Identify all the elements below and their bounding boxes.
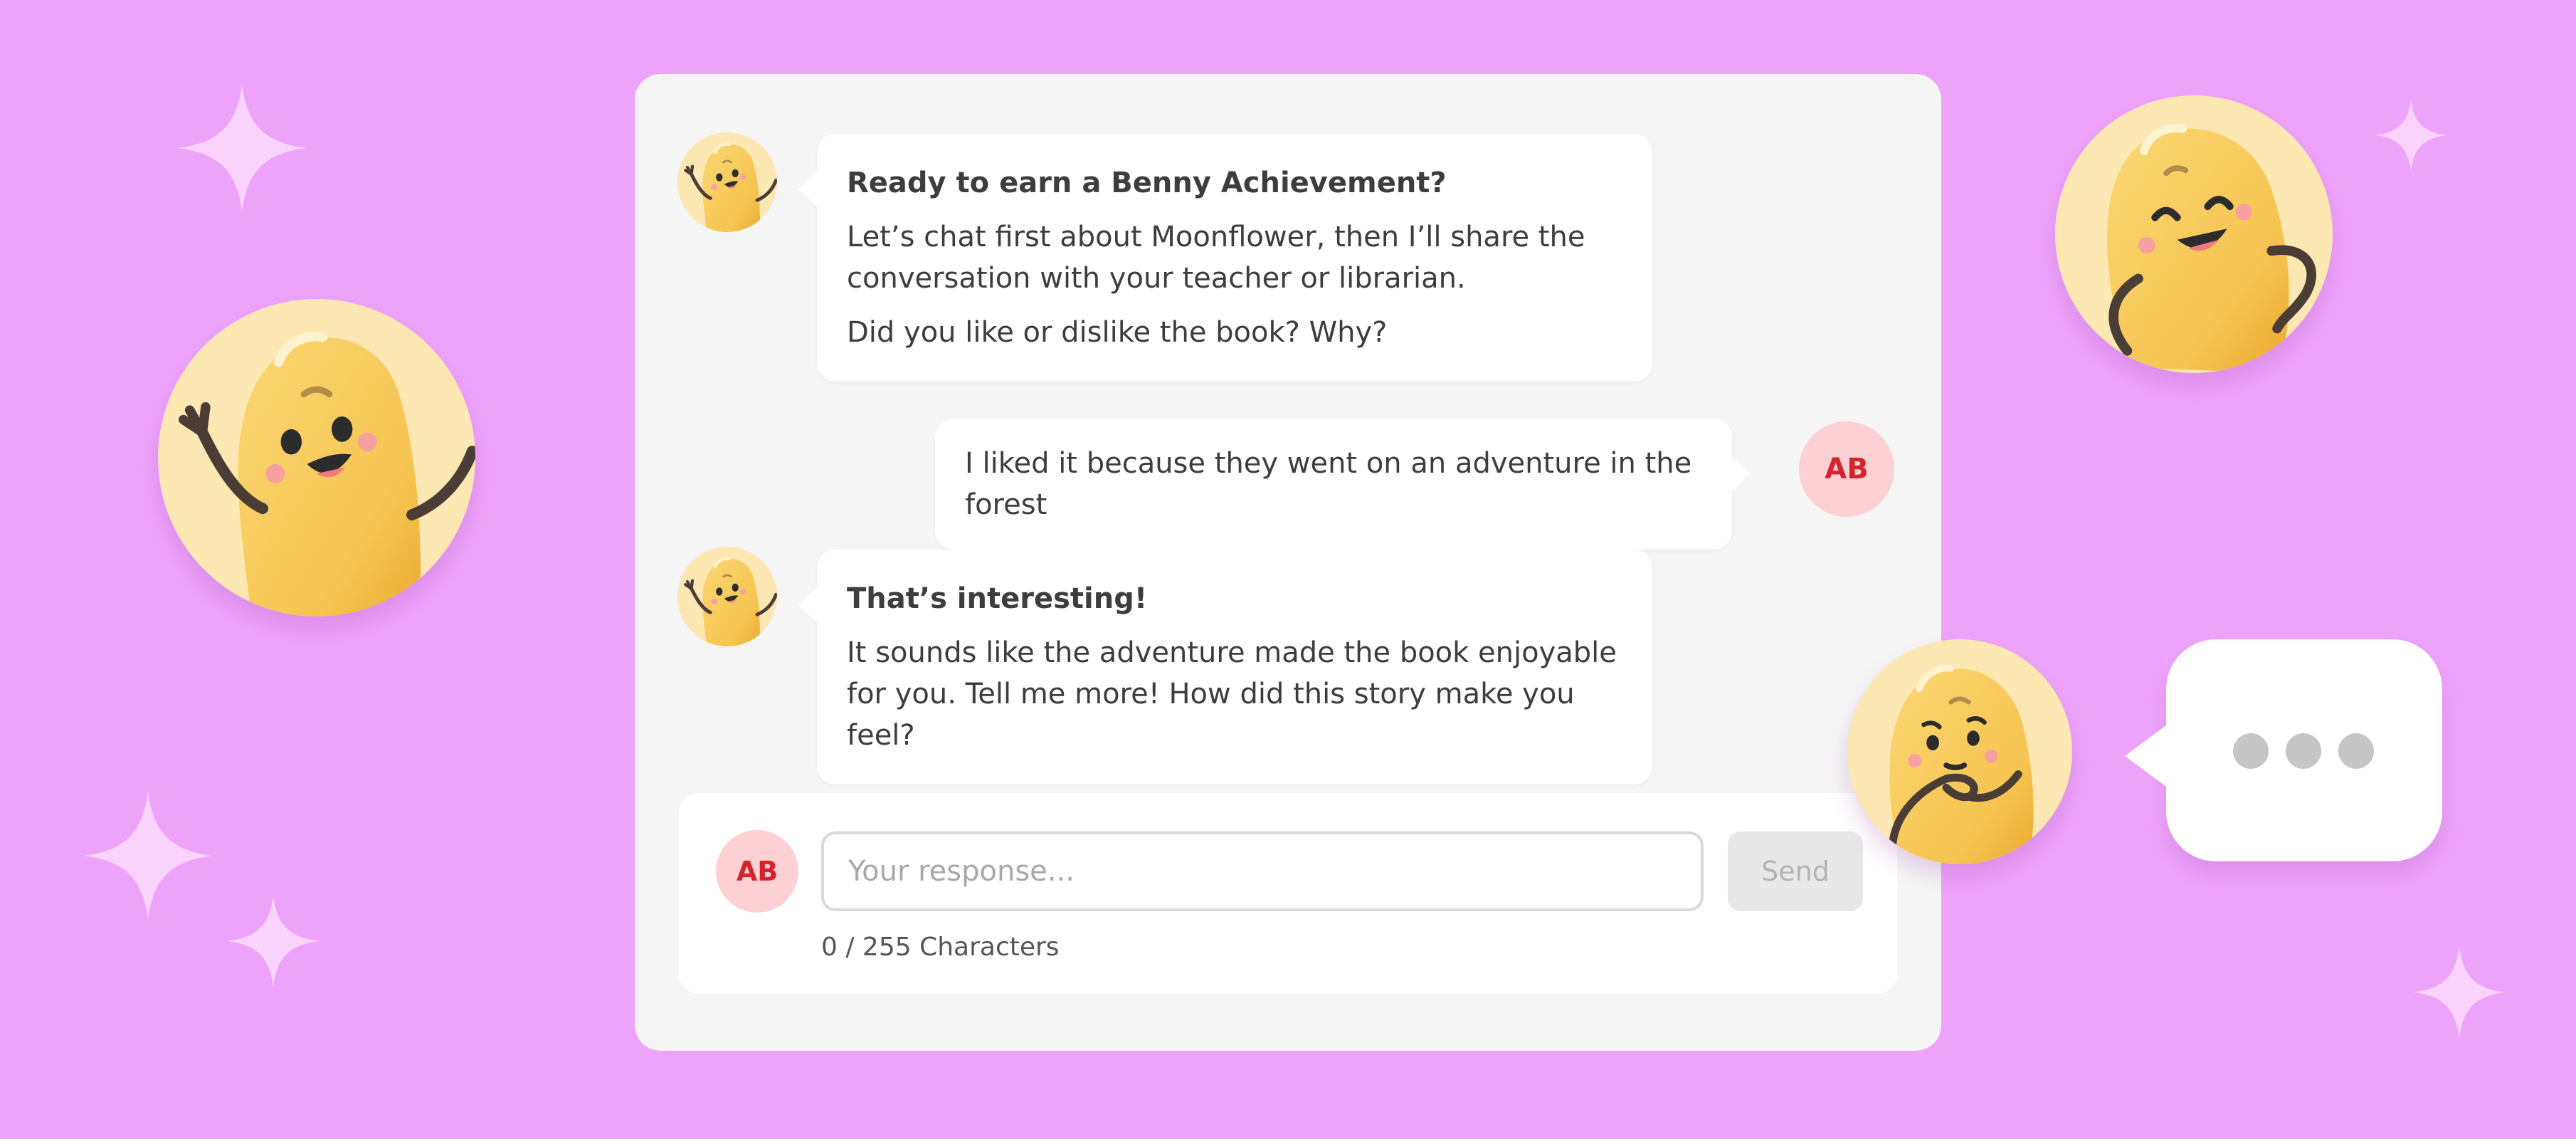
message-text: Let’s chat first about Moonflower, then …: [847, 221, 1585, 295]
chat-panel: Ready to earn a Benny Achievement? Let’s…: [635, 74, 1941, 1051]
bot-message-bubble: Ready to earn a Benny Achievement? Let’s…: [798, 134, 1652, 382]
sparkle-icon: [2375, 100, 2446, 171]
character-counter: 0 / 255 Characters: [821, 933, 1060, 962]
bean-mascot-icon: [677, 547, 777, 646]
user-message-bubble: I liked it because they went on an adven…: [935, 419, 1751, 550]
typing-dot: [2286, 733, 2321, 769]
sparkle-icon: [2414, 947, 2505, 1038]
sparkle-icon: [84, 792, 212, 920]
message-title: Ready to earn a Benny Achievement?: [847, 167, 1447, 199]
bot-avatar: [677, 132, 777, 232]
composer: AB Send 0 / 255 Characters: [679, 793, 1897, 994]
send-button[interactable]: Send: [1728, 831, 1863, 911]
bean-mascot-icon: [677, 132, 777, 232]
message-text: Did you like or dislike the book? Why?: [847, 316, 1388, 349]
message-text: It sounds like the adventure made the bo…: [847, 636, 1617, 752]
user-avatar: AB: [1799, 421, 1894, 517]
typing-dots-icon: [2125, 639, 2442, 861]
user-initials: AB: [736, 856, 778, 887]
bot-avatar: [677, 547, 777, 646]
message-text: I liked it because they went on an adven…: [965, 447, 1692, 521]
typing-dot: [2233, 733, 2269, 769]
user-initials: AB: [1825, 453, 1869, 485]
bean-mascot-icon: [158, 299, 475, 616]
bean-mascot-icon: [1847, 639, 2072, 864]
bean-mascot-icon: [2055, 95, 2333, 373]
sparkle-icon: [228, 896, 319, 987]
typing-dot: [2338, 733, 2374, 769]
response-input[interactable]: [821, 831, 1704, 911]
bot-message-bubble: That’s interesting! It sounds like the a…: [798, 550, 1652, 784]
message-title: That’s interesting!: [847, 582, 1148, 615]
sparkle-icon: [178, 84, 306, 212]
user-avatar: AB: [716, 830, 798, 913]
